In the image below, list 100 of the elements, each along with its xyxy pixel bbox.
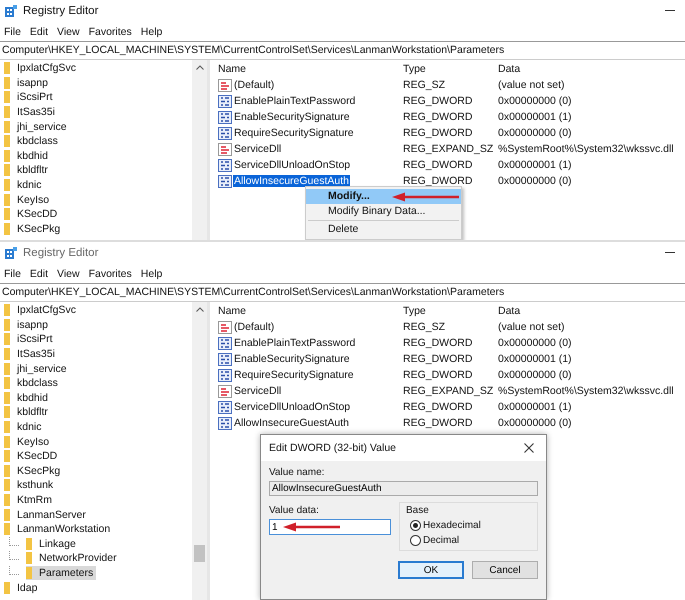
tree-item[interactable]: NetworkProvider [26,551,120,566]
value-type: REG_SZ [403,321,446,333]
column-header[interactable]: Name [216,62,403,74]
value-data: (value not set) [498,321,566,333]
tree-item[interactable]: LanmanServer [4,508,89,522]
binary-value-icon [218,126,232,140]
radio-label[interactable]: Hexadecimal [423,520,481,531]
ok-button[interactable]: OK [398,561,464,579]
tree-item[interactable]: KSecDD [4,207,60,222]
column-header[interactable]: Data [498,62,678,74]
menu-item[interactable]: Favorites [88,268,132,280]
tree-item[interactable]: kbldfltr [4,163,51,178]
tree-item[interactable]: jhi_service [4,120,70,134]
context-menu-item[interactable]: Delete [306,222,461,237]
value-name[interactable]: EnableSecuritySignature [233,353,351,365]
tree-item[interactable]: KtmRm [4,493,55,508]
tree-item[interactable]: Parameters [26,566,96,580]
value-name[interactable]: (Default) [233,321,276,333]
value-type: REG_DWORD [403,175,474,187]
tree-item[interactable]: ksthunk [4,478,56,492]
value-name[interactable]: ServiceDllUnloadOnStop [233,401,352,413]
value-name[interactable]: RequireSecuritySignature [233,127,355,139]
value-data: 0x00000000 (0) [498,337,573,349]
base-group-label: Base [406,505,430,516]
tree-item[interactable]: KSecPkg [4,222,64,236]
address-bar[interactable]: Computer\HKEY_LOCAL_MACHINE\SYSTEM\CurrentControlSet\Services\LanmanWorkstation\Parameters [0,283,685,302]
context-menu-item[interactable]: Modify Binary Data... [306,204,461,219]
menu-item[interactable]: Help [140,268,162,280]
menu-item[interactable]: Help [140,26,162,38]
tree-item[interactable]: kbdclass [4,376,61,390]
column-header[interactable]: Type [403,304,498,316]
tree-item[interactable]: KSecPkg [4,464,64,478]
value-name[interactable]: (Default) [233,79,276,91]
tree-item[interactable]: kbdclass [4,134,61,148]
folder-icon [4,76,10,89]
value-data: 0x00000000 (0) [498,417,573,429]
tree-item[interactable]: IpxlatCfgSvc [4,61,79,76]
dialog-title: Edit DWORD (32-bit) Value [269,442,396,454]
chevron-up-icon[interactable] [196,307,204,312]
tree-item[interactable]: kdnic [4,420,45,434]
menu-item[interactable]: Edit [30,26,48,38]
folder-icon [4,179,10,192]
value-type: REG_EXPAND_SZ [403,143,494,155]
radio-button[interactable] [410,535,421,546]
tree-item[interactable]: IpxlatCfgSvc [4,303,79,318]
minimize-icon[interactable] [665,252,675,254]
tree-item[interactable]: kbldfltr [4,405,51,420]
value-name[interactable]: ServiceDll [233,385,282,397]
tree-item[interactable]: jhi_service [4,362,70,376]
menu-item[interactable]: View [57,268,80,280]
address-bar[interactable]: Computer\HKEY_LOCAL_MACHINE\SYSTEM\CurrentControlSet\Services\LanmanWorkstation\Parameters [0,41,685,60]
value-data: (value not set) [498,79,566,91]
value-name[interactable]: EnablePlainTextPassword [233,95,356,107]
window-title: Registry Editor [23,5,98,17]
value-data: 0x00000001 (1) [498,111,573,123]
tree-item[interactable]: Linkage [26,536,79,551]
menu-item[interactable]: File [4,26,21,38]
minimize-icon[interactable] [665,10,675,12]
value-name[interactable]: AllowInsecureGuestAuth [233,175,350,187]
value-name-field[interactable]: AllowInsecureGuestAuth [269,481,538,496]
tree-item[interactable]: LanmanWorkstation [4,522,114,536]
tree-item[interactable]: KeyIso [4,192,52,207]
value-type: REG_SZ [403,79,446,91]
tree-item[interactable]: KSecDD [4,449,60,464]
tree-item[interactable]: kdnic [4,178,45,192]
folder-icon [26,552,32,564]
tree-item[interactable]: kbdhid [4,148,51,163]
tree-item[interactable]: ItSas35i [4,105,58,120]
tree-item[interactable]: isapnp [4,76,51,90]
tree-item[interactable]: iScsiPrt [4,90,56,104]
close-icon[interactable] [524,443,534,453]
radio-button[interactable] [410,520,421,531]
tree-item[interactable]: KeyIso [4,434,52,449]
column-header[interactable]: Data [498,304,678,316]
radio-label[interactable]: Decimal [423,535,460,546]
tree-item[interactable]: iScsiPrt [4,332,56,346]
menu-item[interactable]: Favorites [88,26,132,38]
value-name[interactable]: ServiceDll [233,143,282,155]
value-name[interactable]: AllowInsecureGuestAuth [233,417,350,429]
menu-item[interactable]: View [57,26,80,38]
value-name[interactable]: RequireSecuritySignature [233,369,355,381]
cancel-button[interactable]: Cancel [472,561,538,579]
value-name[interactable]: ServiceDllUnloadOnStop [233,159,352,171]
value-name[interactable]: EnablePlainTextPassword [233,337,356,349]
tree-item[interactable]: kbdhid [4,390,51,405]
context-menu-item[interactable]: Modify... [306,189,461,204]
scrollbar[interactable] [192,302,207,600]
value-data-field[interactable]: 1 [269,519,391,535]
tree-item[interactable]: isapnp [4,318,51,332]
folder-icon [4,479,10,492]
column-header[interactable]: Name [216,304,403,316]
column-header[interactable]: Type [403,62,498,74]
value-name[interactable]: EnableSecuritySignature [233,111,351,123]
menu-item[interactable]: Edit [30,268,48,280]
tree-item[interactable]: ItSas35i [4,347,58,362]
chevron-up-icon[interactable] [196,65,204,70]
scrollbar[interactable] [192,60,207,240]
tree-item[interactable]: Idap [4,580,40,595]
menu-item[interactable]: File [4,268,21,280]
scrollbar-thumb[interactable] [194,545,205,562]
